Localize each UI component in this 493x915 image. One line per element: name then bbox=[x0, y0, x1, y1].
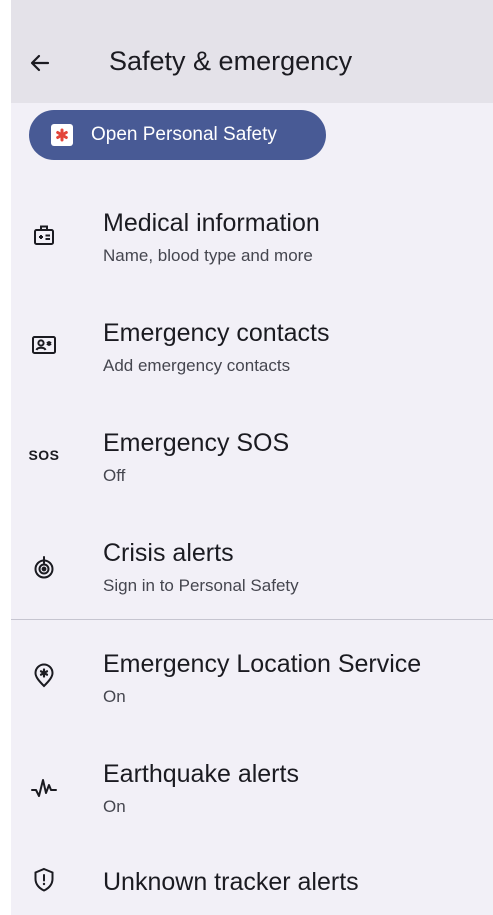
item-subtitle: On bbox=[103, 797, 126, 816]
item-title: Medical information bbox=[103, 209, 320, 237]
tracker-shield-icon bbox=[27, 863, 61, 897]
list-item-emergency-contacts[interactable]: Emergency contacts Add emergency contact… bbox=[11, 300, 493, 400]
item-title: Emergency Location Service bbox=[103, 650, 422, 678]
location-service-icon bbox=[27, 659, 61, 693]
open-personal-safety-button[interactable]: Open Personal Safety bbox=[29, 110, 326, 160]
arrow-back-icon bbox=[30, 54, 50, 72]
back-button[interactable] bbox=[25, 48, 55, 78]
list-item-earthquake-alerts[interactable]: Earthquake alerts On bbox=[11, 741, 493, 841]
sos-icon-text: SOS bbox=[28, 447, 60, 463]
app-bar: Safety & emergency bbox=[11, 0, 493, 103]
medical-id-icon bbox=[27, 218, 61, 252]
open-personal-safety-label: Open Personal Safety bbox=[91, 124, 277, 145]
list-item-unknown-tracker-alerts[interactable]: Unknown tracker alerts bbox=[11, 851, 493, 915]
list-item-medical-information[interactable]: Medical information Name, blood type and… bbox=[11, 190, 493, 290]
item-title: Earthquake alerts bbox=[103, 760, 299, 788]
earthquake-icon bbox=[27, 771, 61, 805]
contact-card-icon bbox=[27, 328, 61, 362]
item-subtitle: Sign in to Personal Safety bbox=[103, 576, 299, 595]
item-subtitle: On bbox=[103, 687, 126, 706]
settings-screen: Safety & emergency Open Personal Safety bbox=[11, 0, 493, 915]
list-item-emergency-sos[interactable]: SOS Emergency SOS Off bbox=[11, 410, 493, 510]
item-subtitle: Name, blood type and more bbox=[103, 246, 313, 265]
item-title: Crisis alerts bbox=[103, 539, 234, 567]
list-item-crisis-alerts[interactable]: Crisis alerts Sign in to Personal Safety bbox=[11, 520, 493, 620]
section-divider bbox=[11, 619, 493, 620]
item-title: Emergency contacts bbox=[103, 319, 330, 347]
item-subtitle: Off bbox=[103, 466, 126, 485]
item-title: Emergency SOS bbox=[103, 429, 290, 457]
item-subtitle: Add emergency contacts bbox=[103, 356, 291, 375]
crisis-alert-icon bbox=[27, 550, 61, 584]
page-title: Safety & emergency bbox=[109, 46, 353, 76]
sos-icon: SOS bbox=[27, 438, 61, 472]
list-item-emergency-location-service[interactable]: Emergency Location Service On bbox=[11, 631, 493, 731]
personal-safety-app-icon bbox=[51, 124, 73, 146]
item-title: Unknown tracker alerts bbox=[103, 868, 359, 896]
